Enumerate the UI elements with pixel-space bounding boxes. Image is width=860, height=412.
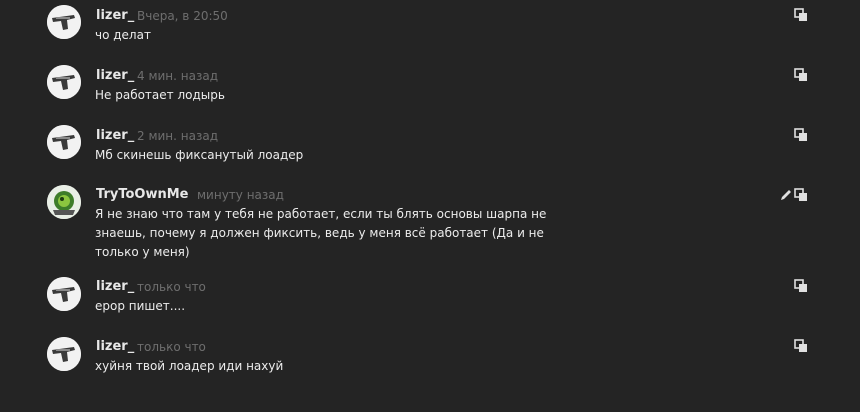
- copy-icon[interactable]: [794, 279, 808, 293]
- message-author[interactable]: lizer_: [96, 339, 134, 354]
- message-text: Не работает лодырь: [95, 88, 225, 102]
- message-text: хуйня твой лоадер иди нахуй: [95, 359, 284, 373]
- gun-avatar-icon[interactable]: [47, 5, 81, 39]
- copy-icon[interactable]: [794, 339, 808, 353]
- message-timestamp: 4 мин. назад: [137, 69, 219, 83]
- message-text: ерор пишет....: [95, 299, 186, 313]
- edit-icon[interactable]: [779, 188, 793, 202]
- message-author[interactable]: lizer_: [96, 128, 134, 143]
- green-creature-avatar-icon[interactable]: [47, 185, 81, 219]
- copy-icon[interactable]: [794, 188, 808, 202]
- message-author[interactable]: lizer_: [96, 68, 134, 83]
- copy-icon[interactable]: [794, 128, 808, 142]
- message-timestamp: только что: [137, 280, 206, 294]
- gun-avatar-icon[interactable]: [47, 65, 81, 99]
- message-timestamp: Вчера, в 20:50: [137, 9, 228, 23]
- gun-avatar-icon[interactable]: [47, 337, 81, 371]
- message-text: чо делат: [95, 28, 151, 42]
- message-author[interactable]: lizer_: [96, 279, 134, 294]
- message-timestamp: минуту назад: [197, 188, 284, 202]
- message-text: Мб скинешь фиксанутый лоадер: [95, 148, 304, 162]
- message-author[interactable]: TryToOwnMe: [96, 187, 188, 202]
- message-text: Я не знаю что там у тебя не работает, ес…: [95, 207, 547, 259]
- chat-message-list: lizer_ Вчера, в 20:50 чо делат lizer_ 4 …: [0, 0, 860, 412]
- message-author[interactable]: lizer_: [96, 8, 134, 23]
- copy-icon[interactable]: [794, 8, 808, 22]
- copy-icon[interactable]: [794, 68, 808, 82]
- message-timestamp: только что: [137, 340, 206, 354]
- gun-avatar-icon[interactable]: [47, 277, 81, 311]
- gun-avatar-icon[interactable]: [47, 125, 81, 159]
- message-timestamp: 2 мин. назад: [137, 129, 219, 143]
